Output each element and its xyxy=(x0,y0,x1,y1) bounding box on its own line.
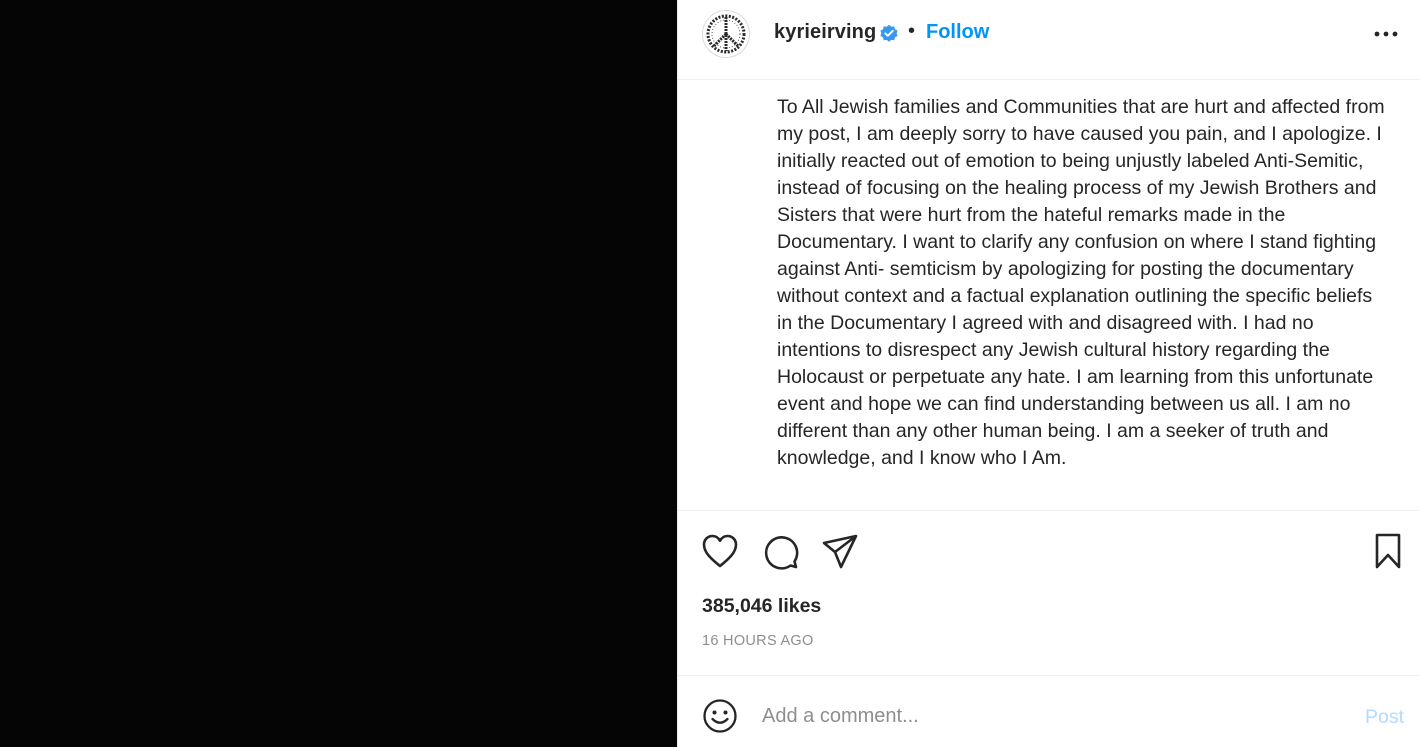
share-icon[interactable] xyxy=(820,531,860,571)
post-side-panel: kyrieirving • Follow To All Jewish famil… xyxy=(677,0,1420,747)
peace-sign-icon xyxy=(706,14,746,54)
avatar[interactable] xyxy=(702,10,750,58)
username[interactable]: kyrieirving xyxy=(774,21,876,44)
comment-bar: Post xyxy=(678,676,1420,747)
post-caption: To All Jewish families and Communities t… xyxy=(777,96,1385,469)
likes-count[interactable]: 385,046 likes xyxy=(702,595,821,618)
post-actions: 385,046 likes 16 HOURS AGO xyxy=(678,510,1420,676)
follow-button[interactable]: Follow xyxy=(926,21,989,44)
comment-input[interactable] xyxy=(762,700,1322,732)
post-comment-button[interactable]: Post xyxy=(1365,706,1404,729)
post-media[interactable] xyxy=(0,0,677,747)
separator-dot: • xyxy=(908,20,916,42)
comment-icon[interactable] xyxy=(760,531,800,571)
verified-badge-icon xyxy=(880,24,898,42)
emoji-icon[interactable] xyxy=(702,698,738,734)
instagram-post-view: kyrieirving • Follow To All Jewish famil… xyxy=(0,0,1420,747)
post-timestamp[interactable]: 16 HOURS AGO xyxy=(702,633,814,649)
heart-icon[interactable] xyxy=(700,531,740,571)
post-header: kyrieirving • Follow xyxy=(678,0,1420,80)
bookmark-icon[interactable] xyxy=(1368,531,1408,571)
more-horizontal-icon[interactable] xyxy=(1372,22,1400,46)
